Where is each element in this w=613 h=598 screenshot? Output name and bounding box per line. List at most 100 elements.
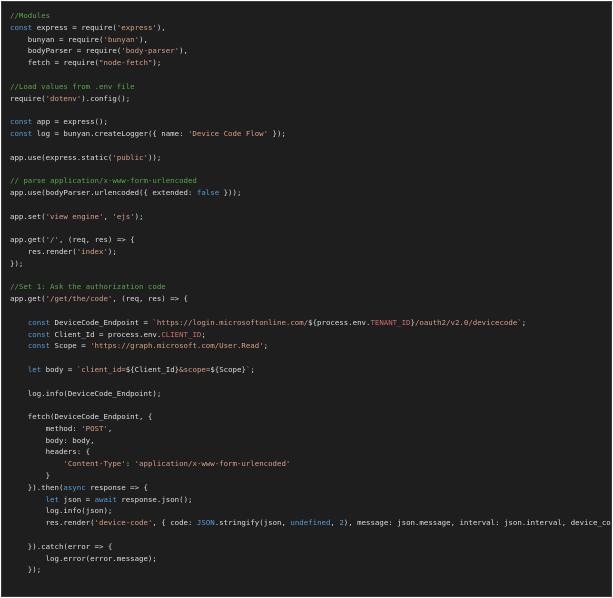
code-line: const DeviceCode_Endpoint = `https://log… — [10, 317, 611, 329]
code-line: const log = bunyan.createLogger({ name: … — [10, 128, 611, 140]
code-token: body = — [41, 364, 77, 374]
code-line: app.use(express.static('public')); — [10, 152, 611, 164]
code-token: }).then( — [10, 482, 64, 492]
code-token: ); — [134, 211, 144, 221]
code-token: "node-fetch" — [99, 58, 153, 68]
code-token: //Load values from .env file — [10, 81, 135, 91]
code-token: .stringify(json, — [214, 518, 291, 528]
code-line: } — [10, 470, 611, 482]
code-token: bunyan = require( — [10, 34, 104, 44]
code-line: app.get('/', (req, res) => { — [10, 234, 611, 246]
code-token: '/' — [45, 235, 59, 245]
code-line: }); — [10, 258, 611, 270]
code-line: const Scope = 'https://graph.microsoft.c… — [10, 340, 611, 352]
code-editor[interactable]: //Modules const express = require('expres… — [1, 1, 612, 597]
code-token: &scope= — [179, 364, 211, 374]
code-token: /oauth2/v2.0/devicecode` — [414, 317, 522, 327]
code-token: JSON — [196, 518, 215, 528]
code-token: res.render( — [10, 246, 77, 256]
code-token: async — [63, 482, 86, 492]
code-line: const Client_Id = process.env.CLIENT_ID; — [10, 329, 611, 341]
code-token: , — [330, 518, 340, 528]
code-token: method: — [10, 423, 82, 433]
code-line: headers: { — [10, 446, 611, 458]
code-token: const — [10, 128, 33, 138]
code-token: CLIENT_ID — [161, 329, 202, 339]
code-token: app.use(express.static( — [10, 152, 113, 162]
code-token: headers: { — [10, 447, 91, 457]
code-listing: //Modules const express = require('expres… — [10, 10, 611, 576]
code-token: ).config(); — [81, 93, 131, 103]
code-token: 'Content-Type' — [63, 459, 126, 469]
code-token: }); — [10, 258, 24, 268]
code-token: ); — [152, 58, 162, 68]
code-token: ; — [521, 317, 527, 327]
code-token: , { code: — [152, 518, 197, 528]
code-token: ${Scope} — [210, 364, 246, 374]
code-line: require('dotenv').config(); — [10, 93, 611, 105]
code-token: TENANT_ID — [370, 317, 411, 327]
code-token: : — [125, 459, 135, 469]
code-token: 'bunyan' — [103, 34, 140, 44]
code-token: Client_Id = process.env. — [50, 329, 162, 339]
code-line: res.render('device-code', { code: JSON.s… — [10, 517, 611, 529]
code-token: app.use(bodyParser.urlencoded({ extended… — [10, 187, 197, 197]
code-token: 'index' — [76, 246, 108, 256]
code-line: // parse application/x-www-form-urlencod… — [10, 175, 611, 187]
code-token: app.set( — [10, 211, 46, 221]
code-line: //Set 1: Ask the authorization code — [10, 281, 611, 293]
code-token: DeviceCode_Endpoint = — [50, 317, 153, 327]
code-token: ); — [107, 246, 117, 256]
code-token: //Set 1: Ask the authorization code — [10, 282, 166, 292]
code-token: const — [10, 117, 33, 127]
code-token: )); — [147, 152, 162, 162]
code-line: fetch(DeviceCode_Endpoint, { — [10, 411, 611, 423]
code-line: }); — [10, 564, 611, 576]
code-token: log.info(json); — [10, 506, 113, 516]
code-token: 'ejs' — [112, 211, 135, 221]
code-token: const — [27, 341, 51, 351]
code-token: }).catch(error => { — [10, 541, 113, 551]
code-line: //Modules — [10, 10, 611, 22]
code-token: 'express' — [116, 22, 157, 32]
code-token: false — [196, 187, 220, 197]
code-token: undefined — [290, 518, 331, 528]
code-line: const express = require('express'), — [10, 22, 611, 34]
code-token: ${process.env. — [308, 317, 371, 327]
code-token: '/get/the/code' — [45, 294, 113, 304]
code-token: body: body, — [10, 435, 95, 445]
code-line: method: 'POST', — [10, 423, 611, 435]
code-token: , (req, res) => { — [112, 294, 189, 304]
code-token: , (req, res) => { — [58, 235, 135, 245]
code-token: json = — [58, 494, 95, 504]
code-token: }); — [268, 128, 286, 138]
code-line: log.error(error.message); — [10, 553, 611, 565]
code-token: ), message: json.message, interval: json… — [343, 518, 611, 528]
code-token: ; — [250, 364, 255, 374]
code-token: 'dotenv' — [45, 93, 82, 103]
code-line: }).catch(error => { — [10, 541, 611, 553]
code-token: ), — [139, 34, 148, 44]
code-line: body: body, — [10, 435, 611, 447]
code-token: } — [10, 471, 51, 481]
code-token: 'Device Code Flow' — [187, 128, 269, 138]
code-token: bodyParser = require( — [10, 46, 122, 56]
code-token: log.info(DeviceCode_Endpoint); — [10, 388, 162, 398]
code-line: let json = await response.json(); — [10, 494, 611, 506]
code-token: let — [27, 364, 42, 374]
code-token: const — [10, 22, 33, 32]
code-line: app.use(bodyParser.urlencoded({ extended… — [10, 187, 611, 199]
code-token: app.get( — [10, 235, 46, 245]
code-token: response => { — [85, 482, 148, 492]
